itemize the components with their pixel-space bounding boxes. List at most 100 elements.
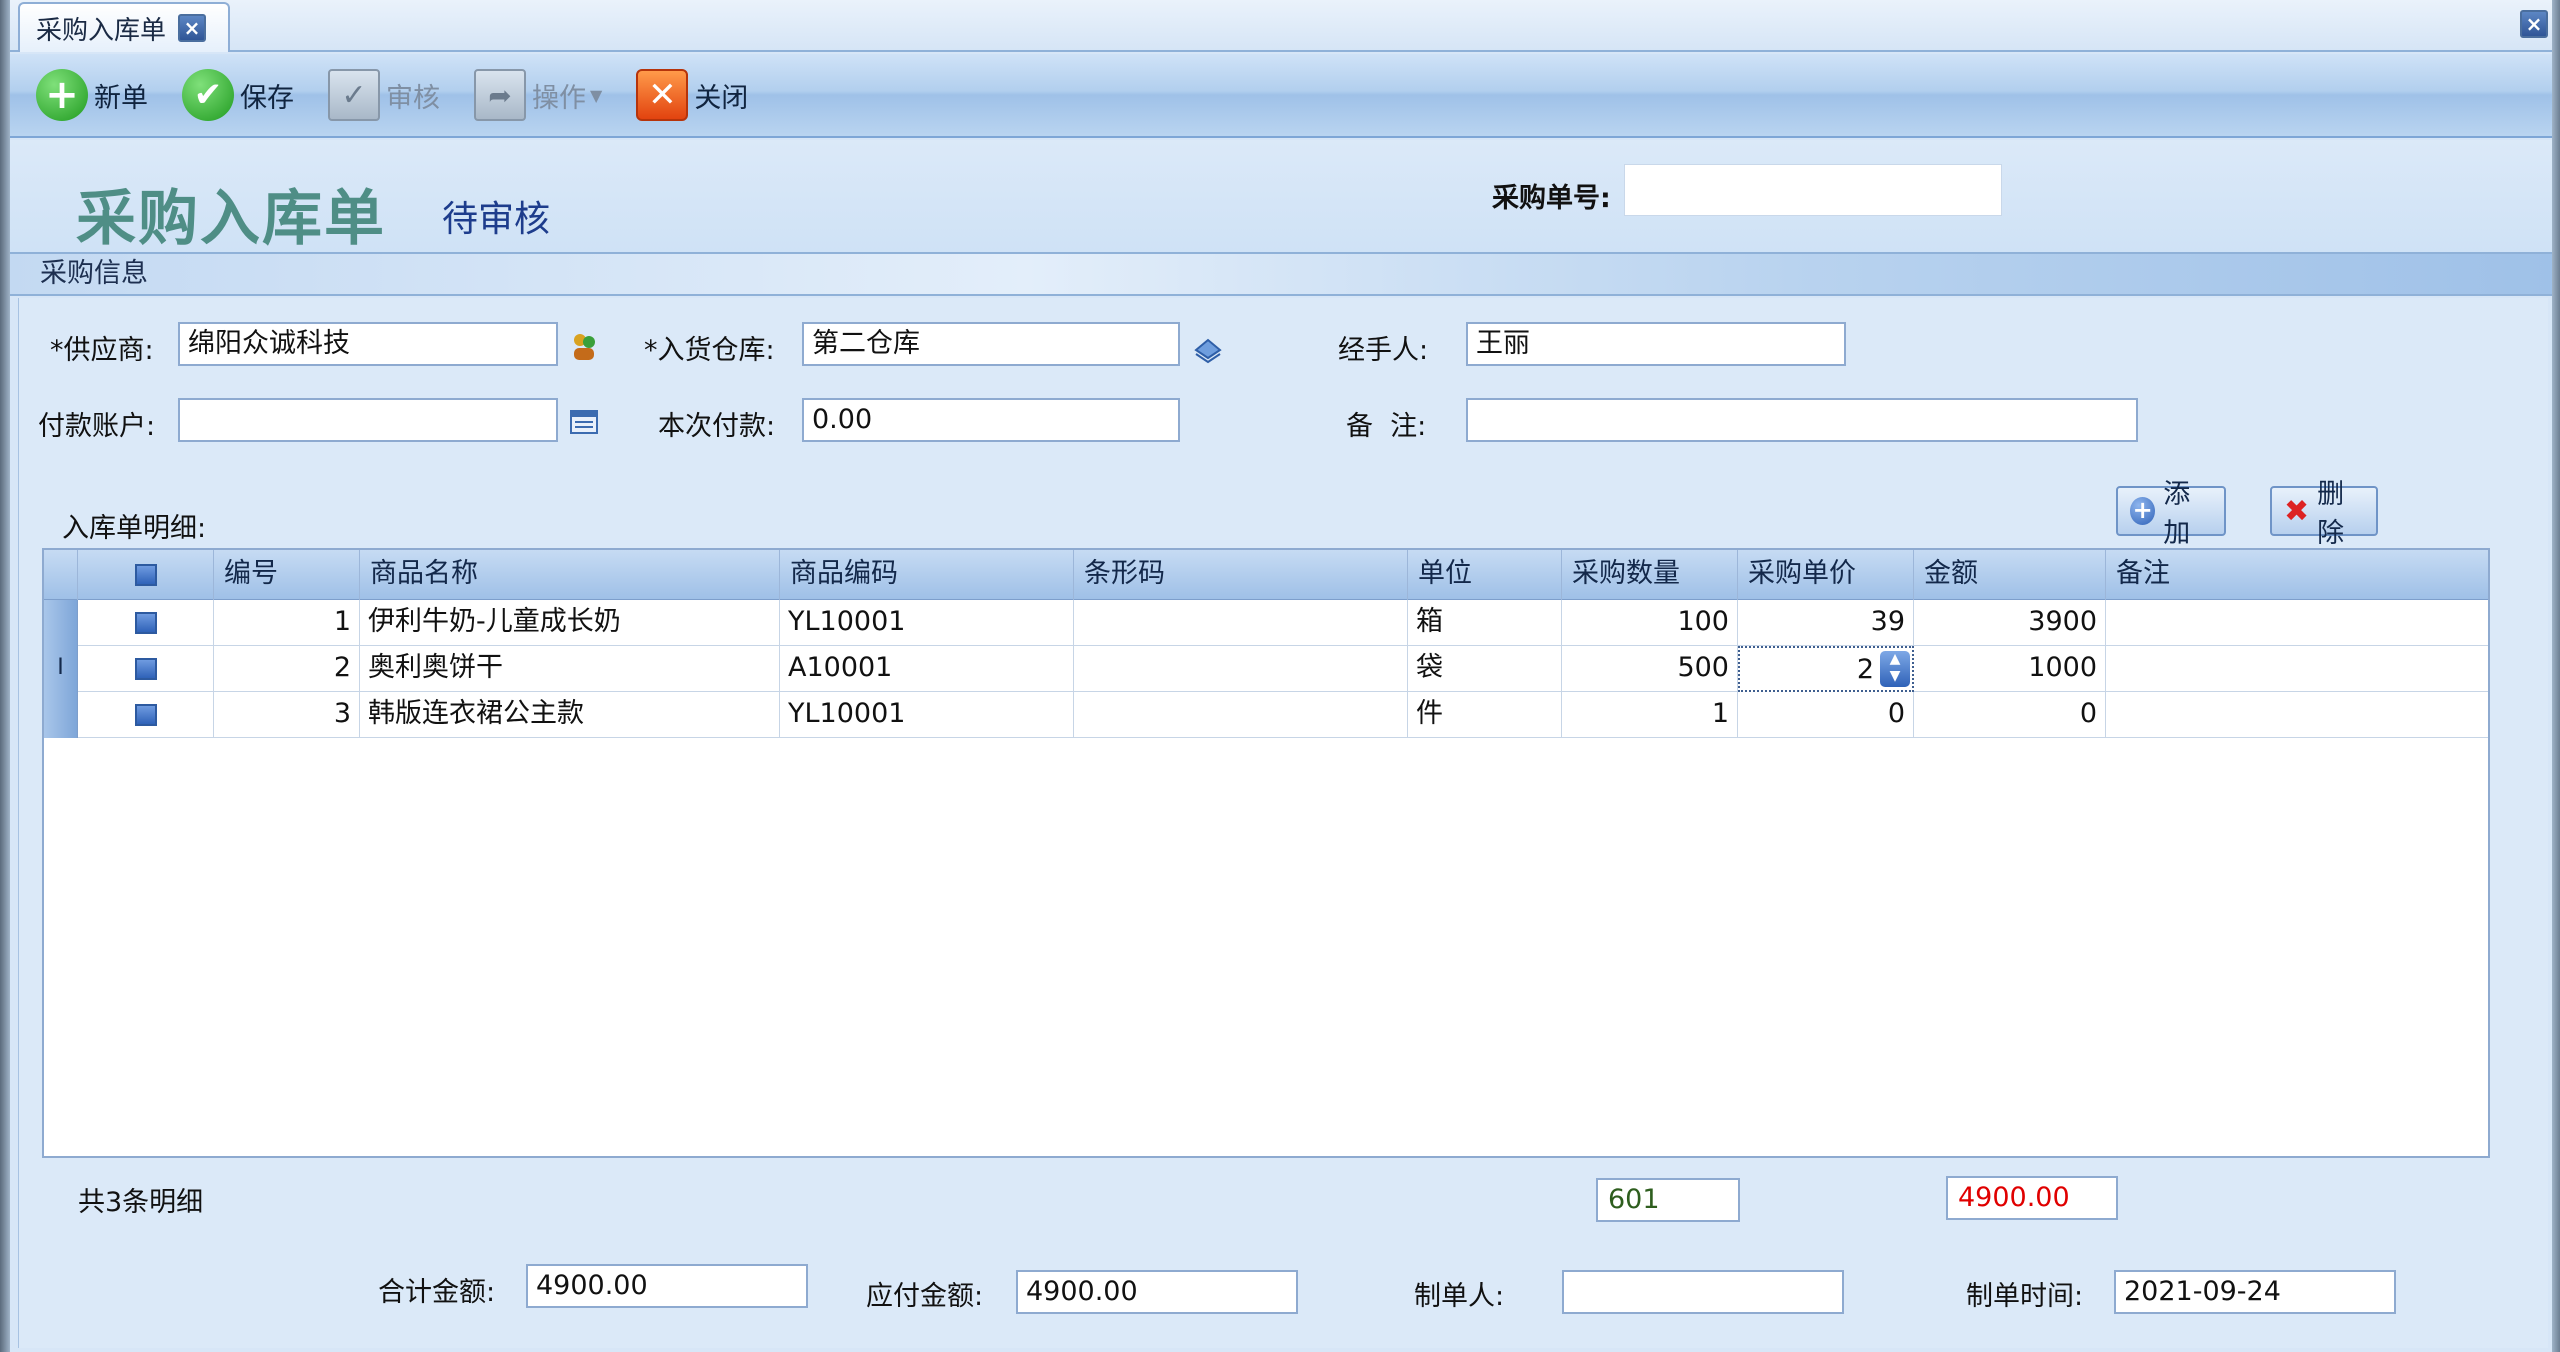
new-button[interactable]: + 新单 (36, 63, 148, 127)
row-checkbox[interactable] (134, 703, 157, 726)
supplier-picker-icon[interactable] (568, 330, 600, 362)
cell-code[interactable]: YL10001 (780, 692, 1074, 738)
payment-label: 本次付款: (658, 411, 776, 442)
cell-unit[interactable]: 箱 (1408, 600, 1562, 646)
cell-barcode[interactable] (1074, 692, 1408, 738)
cell-name[interactable]: 奥利奥饼干 (360, 646, 780, 692)
cell-code[interactable]: A10001 (780, 646, 1074, 692)
tab-strip (10, 0, 2552, 52)
account-picker-icon[interactable] (568, 406, 600, 438)
add-label: 添加 (2163, 479, 2191, 549)
cell-qty[interactable]: 100 (1562, 600, 1738, 646)
cell-remark[interactable] (2106, 646, 2488, 692)
grid-header-name[interactable]: 商品名称 (360, 550, 780, 600)
account-field[interactable] (178, 398, 558, 442)
qty-total: 601 (1596, 1178, 1740, 1222)
price-editor-value[interactable]: 2 (1857, 654, 1874, 685)
cell-no[interactable]: 1 (214, 600, 360, 646)
operations-label: 操作 (532, 82, 586, 114)
cell-price-editor[interactable]: 2 ▲ ▼ (1738, 646, 1914, 692)
maker-field[interactable] (1562, 1270, 1844, 1314)
cell-code[interactable]: YL10001 (780, 600, 1074, 646)
row-checkbox-cell[interactable] (78, 600, 214, 646)
row-indicator[interactable] (44, 600, 78, 646)
order-number-field[interactable] (1624, 164, 2002, 216)
grid-header-no[interactable]: 编号 (214, 550, 360, 600)
audit-icon: ✓ (328, 69, 380, 121)
cell-name[interactable]: 韩版连衣裙公主款 (360, 692, 780, 738)
window-close-icon[interactable]: × (2520, 10, 2548, 38)
total-amount-field[interactable]: 4900.00 (526, 1264, 808, 1308)
handler-field[interactable]: 王丽 (1466, 322, 1846, 366)
page-title: 采购入库单 (76, 184, 386, 254)
handler-label: 经手人: (1338, 335, 1429, 366)
grid-header-amount[interactable]: 金额 (1914, 550, 2106, 600)
save-label: 保存 (240, 82, 294, 114)
audit-label: 审核 (386, 82, 440, 114)
grid-header-indicator (44, 550, 78, 600)
save-button[interactable]: ✔ 保存 (182, 63, 294, 127)
cell-no[interactable]: 2 (214, 646, 360, 692)
close-button[interactable]: ✕ 关闭 (636, 63, 748, 127)
grid-header-price[interactable]: 采购单价 (1738, 550, 1914, 600)
tab-purchase-inbound[interactable]: 采购入库单 × (18, 2, 230, 52)
cell-amount[interactable]: 1000 (1914, 646, 2106, 692)
remark-field[interactable] (1466, 398, 2138, 442)
amount-total: 4900.00 (1946, 1176, 2118, 1220)
warehouse-field[interactable]: 第二仓库 (802, 322, 1180, 366)
table-row[interactable]: 3 韩版连衣裙公主款 YL10001 件 1 0 0 (44, 692, 2488, 738)
cell-no[interactable]: 3 (214, 692, 360, 738)
grid-header-unit[interactable]: 单位 (1408, 550, 1562, 600)
spinner-icon[interactable]: ▲ ▼ (1880, 651, 1910, 687)
cell-amount[interactable]: 3900 (1914, 600, 2106, 646)
row-indicator[interactable] (44, 692, 78, 738)
cell-unit[interactable]: 件 (1408, 692, 1562, 738)
cell-price[interactable]: 39 (1738, 600, 1914, 646)
cell-remark[interactable] (2106, 600, 2488, 646)
section-title-purchase-info: 采购信息 (10, 252, 2552, 296)
grid-header-qty[interactable]: 采购数量 (1562, 550, 1738, 600)
table-row[interactable]: I 2 奥利奥饼干 A10001 袋 500 2 ▲ ▼ 1000 (44, 646, 2488, 692)
delete-row-button[interactable]: ✖ 删除 (2270, 479, 2378, 549)
grid-header-select-all[interactable] (78, 550, 214, 600)
cell-remark[interactable] (2106, 692, 2488, 738)
grid-header-barcode[interactable]: 条形码 (1074, 550, 1408, 600)
row-checkbox-cell[interactable] (78, 646, 214, 692)
cell-name[interactable]: 伊利牛奶-儿童成长奶 (360, 600, 780, 646)
operations-dropdown[interactable]: ➦ 操作 ▼ (474, 63, 602, 127)
table-row[interactable]: 1 伊利牛奶-儿童成长奶 YL10001 箱 100 39 3900 (44, 600, 2488, 646)
cell-qty[interactable]: 1 (1562, 692, 1738, 738)
warehouse-picker-icon[interactable] (1192, 332, 1224, 364)
order-number-label: 采购单号: (1492, 183, 1611, 214)
row-checkbox-cell[interactable] (78, 692, 214, 738)
plus-icon: + (36, 69, 88, 121)
cell-barcode[interactable] (1074, 646, 1408, 692)
created-time-field[interactable]: 2021-09-24 (2114, 1270, 2396, 1314)
cell-price[interactable]: 0 (1738, 692, 1914, 738)
select-all-checkbox[interactable] (134, 563, 157, 586)
row-checkbox[interactable] (134, 611, 157, 634)
cell-qty[interactable]: 500 (1562, 646, 1738, 692)
check-icon: ✔ (182, 69, 234, 121)
tab-close-icon[interactable]: × (178, 14, 207, 42)
maker-label: 制单人: (1414, 1281, 1505, 1312)
row-indicator-editing[interactable]: I (44, 646, 78, 692)
cell-amount[interactable]: 0 (1914, 692, 2106, 738)
payment-field[interactable]: 0.00 (802, 398, 1180, 442)
add-row-button[interactable]: + 添加 (2116, 479, 2226, 549)
row-checkbox[interactable] (134, 657, 157, 680)
cell-barcode[interactable] (1074, 600, 1408, 646)
payable-amount-field[interactable]: 4900.00 (1016, 1270, 1298, 1314)
status-text: 待审核 (442, 199, 551, 240)
add-icon: + (2130, 497, 2156, 525)
supplier-field[interactable]: 绵阳众诚科技 (178, 322, 558, 366)
grid-header-code[interactable]: 商品编码 (780, 550, 1074, 600)
audit-button[interactable]: ✓ 审核 (328, 63, 440, 127)
close-label: 关闭 (694, 82, 749, 114)
supplier-label: *供应商: (50, 335, 154, 366)
new-label: 新单 (94, 82, 148, 114)
cell-unit[interactable]: 袋 (1408, 646, 1562, 692)
detail-grid[interactable]: 编号 商品名称 商品编码 条形码 单位 采购数量 采购单价 金额 备注 1 伊利… (42, 548, 2490, 1158)
grid-header-remark[interactable]: 备注 (2106, 550, 2488, 600)
close-icon: ✕ (636, 69, 689, 121)
